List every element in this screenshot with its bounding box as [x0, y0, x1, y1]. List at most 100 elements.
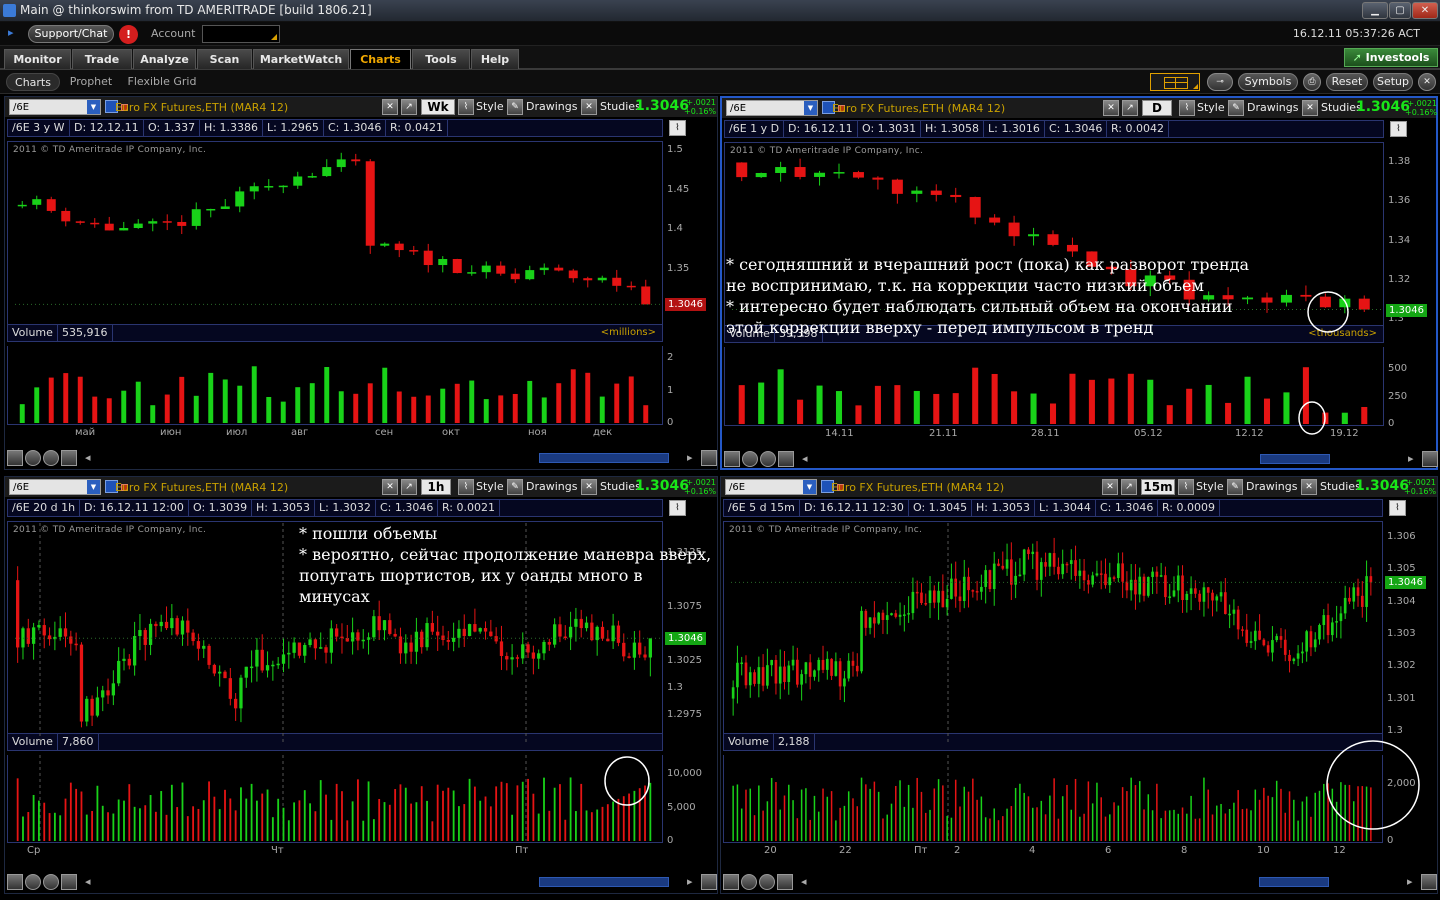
support-chat-button[interactable]: Support/Chat: [28, 25, 114, 43]
volume-bar: [1246, 809, 1248, 841]
tab-marketwatch[interactable]: MarketWatch: [253, 49, 349, 69]
scroll-left-icon[interactable]: ◂: [802, 452, 808, 465]
scroll-left-icon[interactable]: ◂: [85, 451, 91, 464]
zoom-out-icon[interactable]: [760, 451, 776, 467]
volume-bar: [925, 813, 927, 841]
zoom-in-icon[interactable]: [25, 450, 41, 466]
tab-monitor[interactable]: Monitor: [4, 49, 71, 69]
time-scrollbar-thumb[interactable]: [539, 453, 669, 463]
volume-bar: [1293, 800, 1295, 841]
volume-bar: [1100, 797, 1102, 841]
setup-button[interactable]: Setup: [1373, 73, 1413, 91]
link-icon[interactable]: ⊸: [1207, 73, 1233, 91]
close-panel-icon[interactable]: ✕: [1418, 73, 1436, 91]
candle-body: [1245, 630, 1248, 643]
candle-body: [916, 592, 919, 594]
volume-bar: [591, 812, 593, 841]
candle-body: [853, 172, 864, 178]
scroll-right-icon[interactable]: ▸: [1407, 875, 1413, 888]
candle-body: [510, 657, 513, 659]
candle-body: [287, 653, 290, 655]
pan-hand-icon[interactable]: [61, 450, 77, 466]
candle-body: [1348, 598, 1351, 602]
volume-bar: [219, 809, 221, 841]
volume-bar: [1212, 814, 1214, 841]
time-scrollbar-thumb[interactable]: [1260, 454, 1330, 464]
volume-bar: [1272, 797, 1274, 841]
account-select[interactable]: [202, 25, 280, 43]
grid-icon[interactable]: [7, 450, 23, 466]
scroll-left-icon[interactable]: ◂: [801, 875, 807, 888]
time-scrollbar-thumb[interactable]: [1259, 877, 1329, 887]
pan-hand-icon[interactable]: [61, 874, 77, 890]
tab-help[interactable]: Help: [471, 49, 519, 69]
zoom-out-icon[interactable]: [759, 874, 775, 890]
expand-chart-icon[interactable]: [1422, 451, 1438, 467]
candle-body: [1297, 653, 1300, 658]
volume-bar: [20, 404, 25, 423]
candle-body: [971, 590, 974, 592]
volume-bar: [1173, 810, 1175, 841]
candle-body: [606, 639, 609, 642]
volume-bar: [283, 808, 285, 841]
pan-hand-icon[interactable]: [777, 874, 793, 890]
subtab-charts[interactable]: Charts: [6, 73, 60, 91]
candle-body: [229, 678, 232, 699]
volume-bar: [266, 397, 271, 423]
scroll-right-icon[interactable]: ▸: [687, 451, 693, 464]
scroll-right-icon[interactable]: ▸: [687, 875, 693, 888]
zoom-in-icon[interactable]: [742, 451, 758, 467]
expand-chart-icon[interactable]: [1421, 874, 1437, 890]
zoom-in-icon[interactable]: [25, 874, 41, 890]
tab-charts[interactable]: Charts: [350, 49, 411, 69]
scroll-left-icon[interactable]: ◂: [85, 875, 91, 888]
zoom-out-icon[interactable]: [43, 450, 59, 466]
volume-bar: [362, 821, 364, 841]
grid-layout-button[interactable]: [1150, 73, 1200, 91]
volume-bar: [139, 808, 141, 841]
tab-tools[interactable]: Tools: [412, 49, 470, 69]
close-icon[interactable]: ✕: [1412, 2, 1438, 19]
volume-bar: [373, 819, 375, 841]
alert-icon[interactable]: !: [119, 25, 138, 44]
candle-body: [1370, 576, 1373, 582]
candle-body: [1173, 590, 1176, 596]
tab-scan[interactable]: Scan: [197, 49, 252, 69]
candle-body: [933, 590, 936, 602]
investools-button[interactable]: ➚ Investools: [1344, 48, 1438, 67]
symbols-button[interactable]: Symbols: [1238, 73, 1298, 91]
minimize-icon[interactable]: ▁: [1362, 2, 1388, 19]
volume-bar: [102, 806, 104, 841]
grid-icon[interactable]: [723, 874, 739, 890]
candle-body: [218, 672, 221, 674]
subtab-prophet[interactable]: Prophet: [64, 73, 118, 91]
time-scrollbar-thumb[interactable]: [539, 877, 669, 887]
candle-body: [585, 623, 588, 628]
grid-icon[interactable]: [724, 451, 740, 467]
subtab-flexible-grid[interactable]: Flexible Grid: [124, 73, 200, 91]
expand-chart-icon[interactable]: [701, 874, 717, 890]
pan-hand-icon[interactable]: [778, 451, 794, 467]
volume-bar: [325, 795, 327, 841]
grid-icon[interactable]: [7, 874, 23, 890]
print-icon[interactable]: ⎙: [1303, 73, 1321, 91]
window-menu-icon[interactable]: ▸: [8, 26, 14, 39]
volume-bar: [538, 814, 540, 841]
chart-panel-1: /6E ▼ Euro FX Futures,ETH (MAR4 12) ✕ ↗ W…: [4, 96, 718, 470]
candle-body: [583, 278, 592, 280]
volume-bar: [352, 801, 354, 841]
maximize-icon[interactable]: ▢: [1389, 2, 1411, 19]
volume-bar: [1340, 782, 1342, 841]
volume-bar: [1195, 819, 1197, 841]
zoom-out-icon[interactable]: [43, 874, 59, 890]
zoom-in-icon[interactable]: [741, 874, 757, 890]
volume-bar: [224, 790, 226, 841]
volume-bar: [421, 786, 423, 841]
expand-chart-icon[interactable]: [701, 450, 717, 466]
tab-trade[interactable]: Trade: [72, 49, 132, 69]
tab-analyze[interactable]: Analyze: [133, 49, 196, 69]
annotation-line: * пошли объемы: [299, 523, 711, 544]
reset-button[interactable]: Reset: [1326, 73, 1368, 91]
candle-body: [53, 637, 56, 639]
scroll-right-icon[interactable]: ▸: [1408, 452, 1414, 465]
